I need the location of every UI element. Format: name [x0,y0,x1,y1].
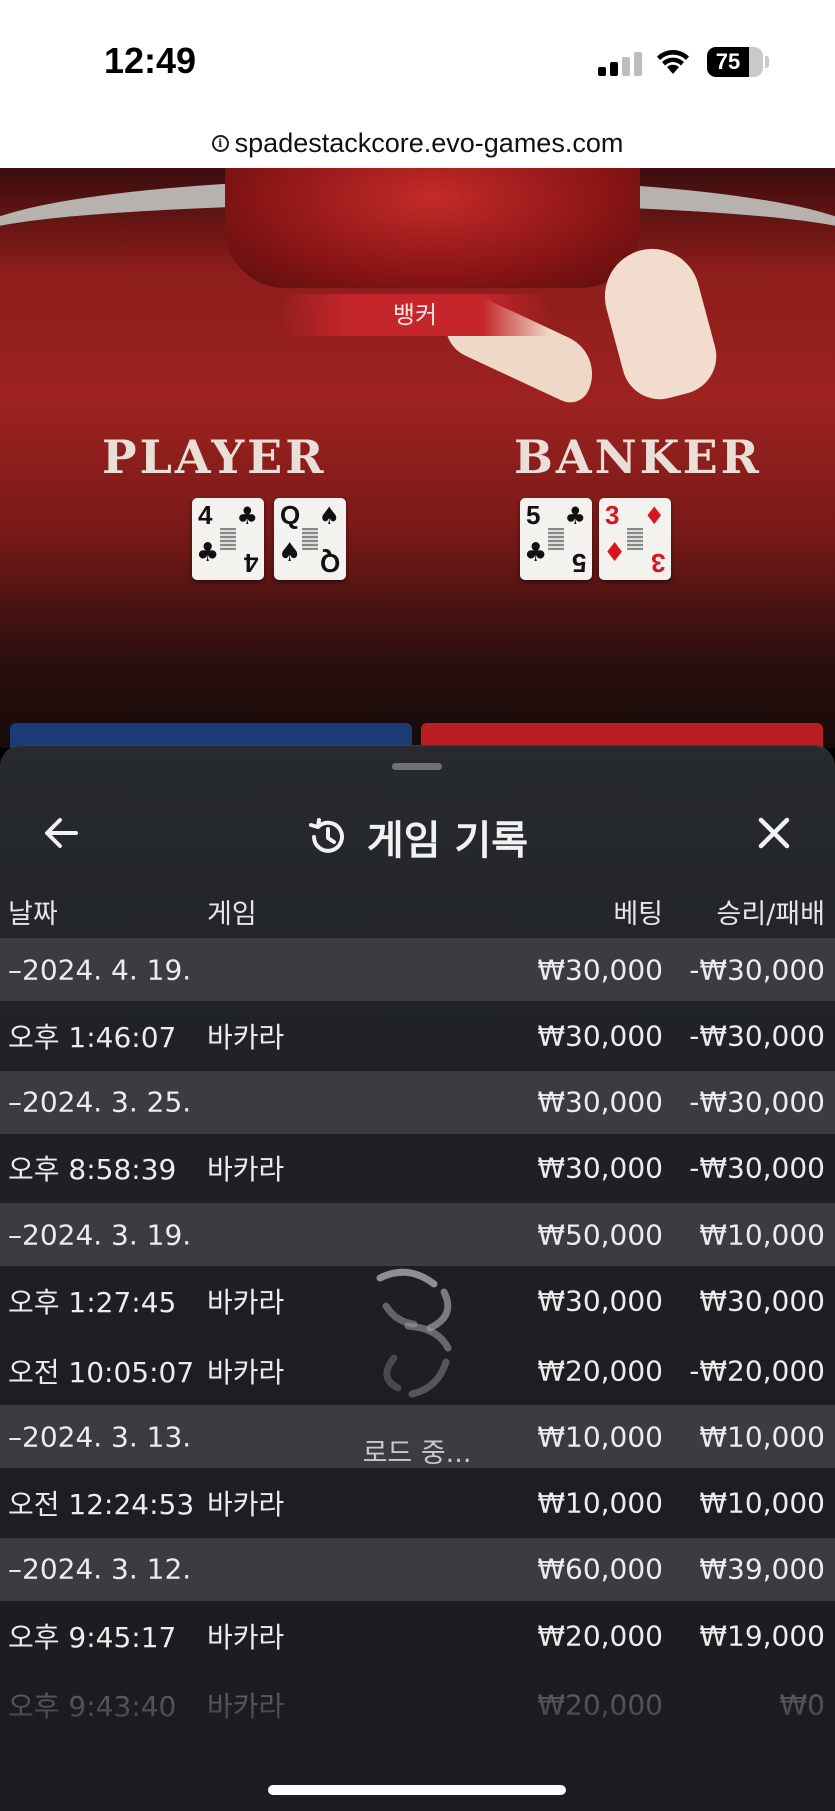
win-loss-amount: -₩20,000 [689,1354,825,1388]
column-header-game: 게임 [207,899,257,930]
bet-amount: ₩30,000 [537,1085,663,1119]
banker-card-1: 5 ♣ ♣ 5 [520,498,592,580]
column-header-bet: 베팅 [613,899,663,930]
day-date: –2024. 4. 19. [8,953,192,986]
day-date: –2024. 3. 12. [8,1552,192,1586]
dealer [225,168,640,288]
bet-amount: ₩50,000 [537,1218,663,1252]
win-loss-amount: ₩19,000 [699,1619,825,1653]
win-loss-amount: -₩30,000 [689,953,825,986]
game-name: 바카라 [207,1020,285,1054]
bet-amount: ₩60,000 [537,1552,663,1586]
game-name: 바카라 [207,1488,285,1522]
bet-amount: ₩20,000 [537,1619,663,1653]
history-day-row[interactable]: –2024. 3. 25. ₩30,000 -₩30,000 [0,1070,835,1134]
banker-label: BANKER [514,430,762,484]
wifi-icon [657,50,689,74]
bet-amount: ₩10,000 [537,1420,663,1454]
status-bar: 12:49 75 [0,0,835,118]
bet-amount: ₩30,000 [537,1284,663,1318]
game-name: 바카라 [207,1620,285,1654]
win-loss-amount: -₩30,000 [689,1151,825,1185]
home-indicator[interactable] [268,1785,566,1795]
player-card-2: Q ♠ ♠ Q [274,498,346,580]
loading-text: 로드 중... [362,1438,472,1469]
win-loss-amount: ₩10,000 [699,1486,825,1520]
loading-spinner-icon [376,1268,452,1398]
history-entry-row[interactable]: 오전 12:24:53 바카라 ₩10,000 ₩10,000 [0,1468,835,1538]
game-name: 바카라 [207,1285,285,1319]
entry-time: 오전 10:05:07 [8,1355,195,1389]
history-entry-row[interactable]: 오후 9:45:17 바카라 ₩20,000 ₩19,000 [0,1601,835,1671]
game-history-panel: 게임 기록 날짜 게임 베팅 승리/패배 –2024. 4. 19. ₩30,00… [0,745,835,1811]
bet-amount: ₩30,000 [537,1151,663,1185]
live-game-video: 뱅커 PLAYER BANKER 4 ♣ ♣ 4 Q ♠ ♠ Q 5 ♣ ♣ 5… [0,168,835,748]
dealer-name-tag: 뱅커 [280,294,550,336]
win-loss-amount: ₩39,000 [699,1552,825,1586]
win-loss-amount: ₩10,000 [699,1218,825,1252]
bet-amount: ₩30,000 [537,953,663,986]
win-loss-amount: ₩10,000 [699,1420,825,1454]
entry-time: 오후 8:58:39 [8,1153,177,1187]
entry-time: 오전 12:24:53 [8,1488,195,1522]
player-card-1: 4 ♣ ♣ 4 [192,498,264,580]
info-icon[interactable]: i [211,134,229,152]
history-entry-row[interactable]: 오후 1:46:07 바카라 ₩30,000 -₩30,000 [0,1001,835,1071]
win-loss-amount: -₩30,000 [689,1085,825,1119]
cellular-signal-icon [598,52,642,76]
win-loss-amount: ₩30,000 [699,1284,825,1318]
clock: 12:49 [104,40,197,81]
url-text[interactable]: spadestackcore.evo-games.com [235,128,624,159]
entry-time: 오후 1:27:45 [8,1285,177,1319]
game-name: 바카라 [207,1153,285,1187]
day-date: –2024. 3. 13. [8,1420,192,1454]
drag-handle[interactable] [392,763,442,770]
column-header-win-loss: 승리/패배 [716,899,825,930]
panel-header: 게임 기록 [0,786,835,876]
entry-time: 오후 1:46:07 [8,1020,177,1054]
panel-title: 게임 기록 [366,818,529,864]
history-icon [308,818,344,853]
entry-time: 오후 9:45:17 [8,1620,177,1654]
game-name: 바카라 [207,1355,285,1389]
win-loss-amount: -₩30,000 [689,1019,825,1053]
bet-amount: ₩20,000 [537,1354,663,1388]
battery-percent: 75 [715,49,741,74]
close-icon[interactable] [749,808,799,858]
day-date: –2024. 3. 19. [8,1218,192,1252]
banker-card-2: 3 ♦ ♦ 3 [599,498,671,580]
bet-amount: ₩10,000 [537,1486,663,1520]
player-label: PLAYER [102,430,327,484]
history-day-row[interactable]: –2024. 4. 19. ₩30,000 -₩30,000 [0,938,835,1001]
day-date: –2024. 3. 25. [8,1085,192,1119]
history-day-row[interactable]: –2024. 3. 19. ₩50,000 ₩10,000 [0,1203,835,1267]
address-bar[interactable]: i spadestackcore.evo-games.com [0,118,835,168]
battery-icon: 75 [707,47,763,77]
history-day-row[interactable]: –2024. 3. 12. ₩60,000 ₩39,000 [0,1537,835,1601]
history-entry-row[interactable]: 오후 8:58:39 바카라 ₩30,000 -₩30,000 [0,1134,835,1204]
bet-amount: ₩30,000 [537,1019,663,1053]
column-headers: 날짜 게임 베팅 승리/패배 [0,876,835,941]
column-header-date: 날짜 [8,899,58,930]
loading-indicator: 로드 중... [350,1266,484,1469]
